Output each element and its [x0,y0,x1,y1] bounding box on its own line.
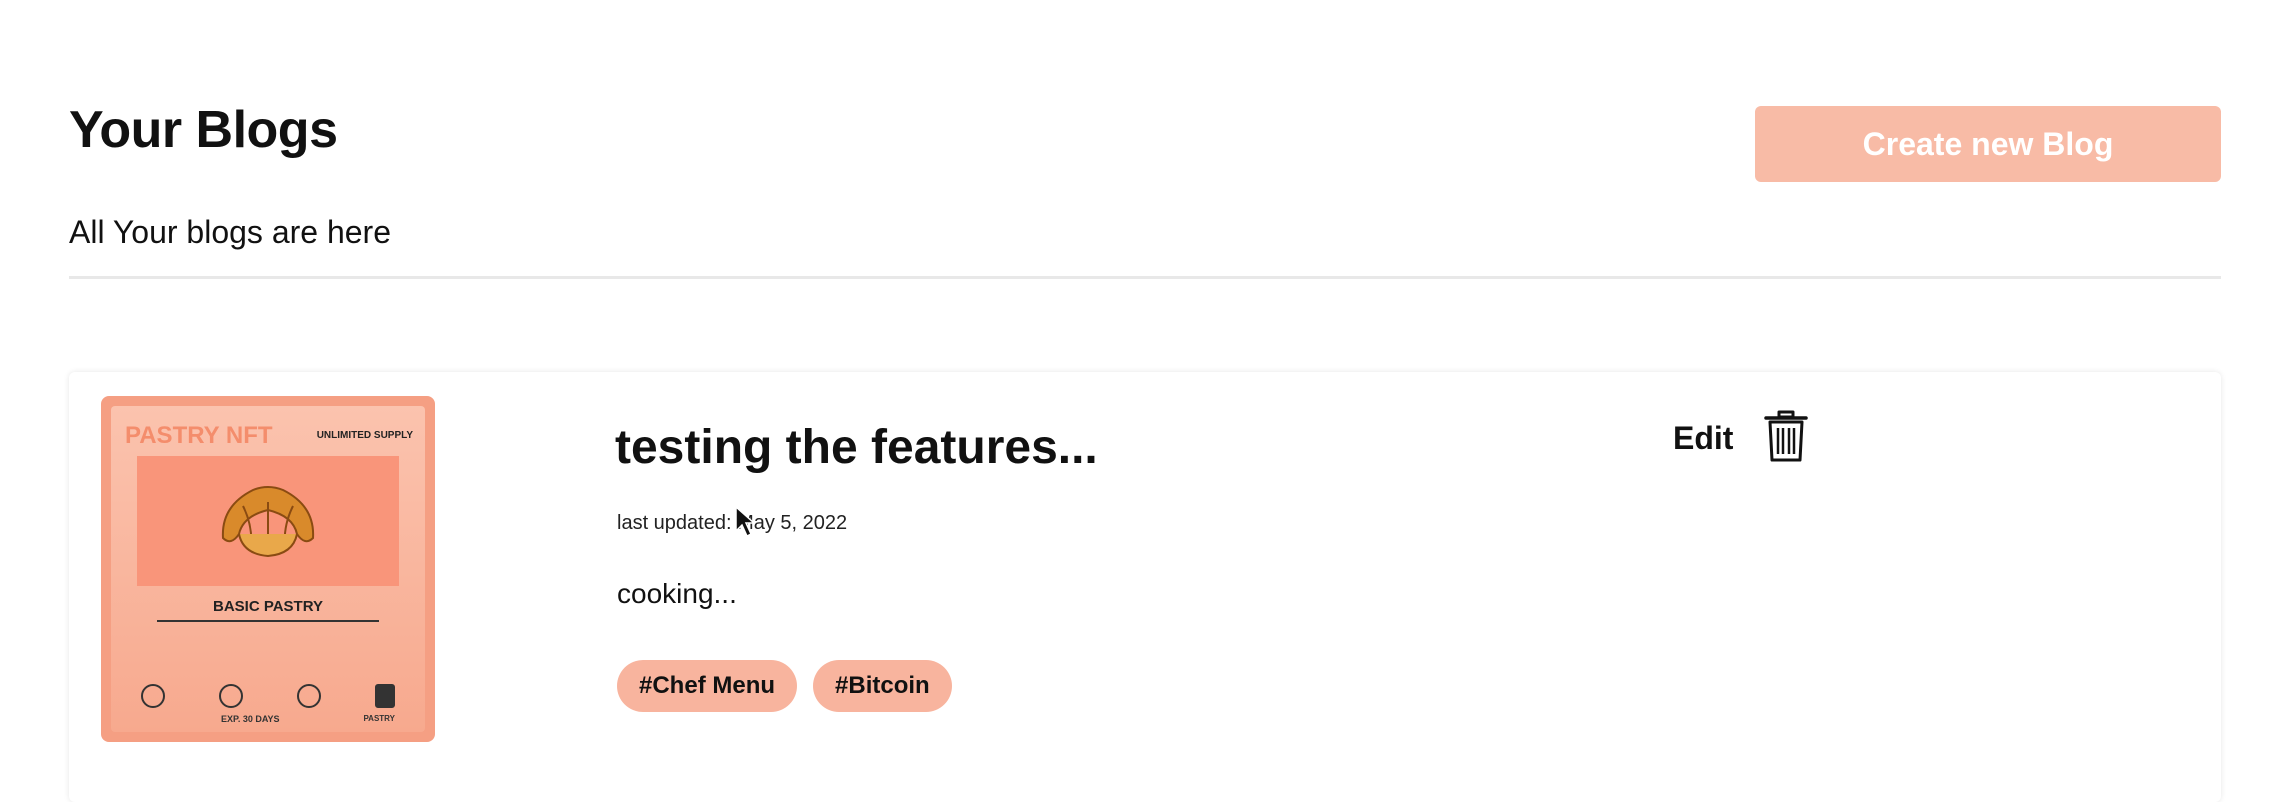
thumbnail-image-panel [137,456,399,586]
blog-thumbnail: PASTRY NFT UNLIMITED SUPPLY BASIC PASTRY… [101,396,435,742]
thumbnail-brand: PASTRY NFT [125,422,273,449]
thumbnail-rule [157,620,379,622]
globe-icon [141,684,165,708]
trash-icon[interactable] [1763,408,1809,464]
thumbnail-expiry: EXP. 30 DAYS [221,714,280,724]
blog-updated-date: last updated: May 5, 2022 [617,512,848,534]
thumbnail-footer: PASTRY [363,714,395,723]
mouse-pointer-icon [735,505,756,538]
create-new-blog-button[interactable]: Create new Blog [1755,106,2221,182]
edit-button[interactable]: Edit [1673,420,1733,457]
thumbnail-title: BASIC PASTRY [212,598,323,615]
blog-excerpt: cooking... [617,578,737,609]
page-title: Your Blogs [69,101,338,159]
blog-card[interactable]: PASTRY NFT UNLIMITED SUPPLY BASIC PASTRY… [69,372,2221,802]
divider [69,276,2221,279]
whatsapp-icon [297,684,321,708]
thumbnail-fine-print [145,628,391,676]
thumbnail-icons [141,684,395,708]
page-header: Your Blogs All Your blogs are here Creat… [69,0,2221,280]
shopping-bag-icon [375,684,395,708]
blog-tags: #Chef Menu #Bitcoin [617,660,952,712]
thumbnail-card: PASTRY NFT UNLIMITED SUPPLY BASIC PASTRY… [111,406,425,732]
tag-bitcoin[interactable]: #Bitcoin [813,660,952,712]
discord-icon [219,684,243,708]
page-subtitle: All Your blogs are here [69,214,391,250]
croissant-icon [221,486,315,558]
tag-chef-menu[interactable]: #Chef Menu [617,660,798,712]
thumbnail-supply: UNLIMITED SUPPLY [316,430,413,441]
blog-title[interactable]: testing the features... [615,420,1098,475]
